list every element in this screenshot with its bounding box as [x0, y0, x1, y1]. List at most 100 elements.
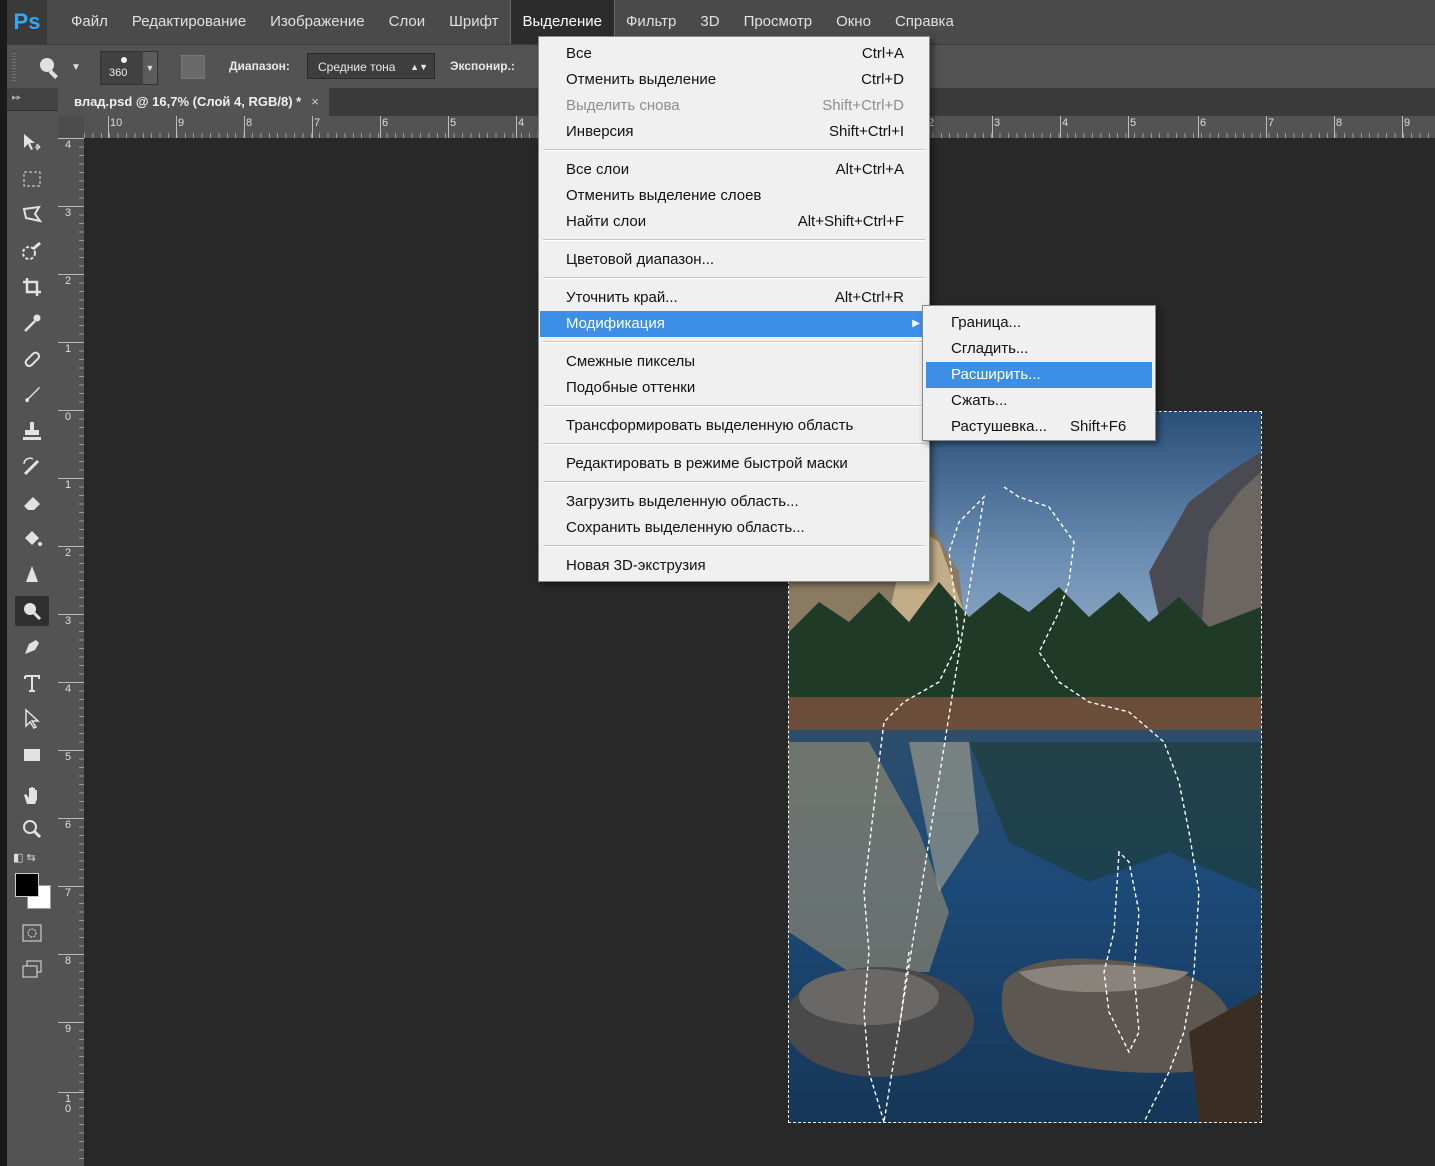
- menu-item-label: Трансформировать выделенную область: [566, 417, 854, 434]
- crop-icon[interactable]: [15, 272, 49, 302]
- menu-item-modify[interactable]: Модификация ▶: [540, 311, 928, 337]
- ruler-v-label: 6: [65, 819, 72, 831]
- menu-item-shortcut: Shift+Ctrl+D: [822, 97, 904, 114]
- menu-item-label: Все: [566, 45, 592, 62]
- ruler-major-tick: [58, 274, 84, 275]
- submenu-item-label: Граница...: [951, 314, 1022, 331]
- type-icon[interactable]: [15, 668, 49, 698]
- menu-item-shortcut: Ctrl+A: [861, 45, 904, 62]
- menu-image[interactable]: Изображение: [258, 0, 377, 44]
- menu-item-deselect[interactable]: Отменить выделение Ctrl+D: [540, 67, 928, 93]
- hand-icon[interactable]: [15, 780, 49, 810]
- menu-item-label: Уточнить край...: [566, 289, 678, 306]
- menu-item-shortcut: Ctrl+D: [861, 71, 904, 88]
- menu-item-quick-mask[interactable]: Редактировать в режиме быстрой маски: [540, 451, 928, 477]
- path-selection-icon[interactable]: [15, 704, 49, 734]
- vertical-ruler[interactable]: [58, 138, 85, 1166]
- tool-preset-caret-icon[interactable]: ▼: [71, 62, 81, 73]
- menu-item-label: Все слои: [566, 161, 630, 178]
- menu-item-label: Модификация: [566, 315, 665, 332]
- eyedropper-icon[interactable]: [15, 308, 49, 338]
- healing-brush-icon[interactable]: [15, 344, 49, 374]
- default-colors-icon[interactable]: ◧ ⇆: [13, 851, 36, 864]
- select-updown-icon: ▲▼: [410, 62, 428, 72]
- sharpen-icon[interactable]: [15, 560, 49, 590]
- range-select-value: Средние тона: [318, 60, 396, 74]
- submenu-item-label: Сгладить...: [951, 340, 1029, 357]
- paint-bucket-icon[interactable]: [15, 524, 49, 554]
- menu-item-deselect-layers[interactable]: Отменить выделение слоев: [540, 183, 928, 209]
- document-tab[interactable]: влад.psd @ 16,7% (Слой 4, RGB/8) * ×: [58, 88, 329, 116]
- ruler-major-tick: [58, 206, 84, 207]
- quick-mask-icon[interactable]: [15, 918, 49, 948]
- ruler-v-label: 3: [65, 207, 72, 219]
- zoom-icon[interactable]: [15, 814, 49, 844]
- ruler-v-label: 7: [65, 887, 72, 899]
- menu-item-all-layers[interactable]: Все слои Alt+Ctrl+A: [540, 157, 928, 183]
- history-brush-icon[interactable]: [15, 452, 49, 482]
- menu-item-similar[interactable]: Подобные оттенки: [540, 375, 928, 401]
- menu-separator: [543, 405, 925, 407]
- submenu-item-label: Сжать...: [951, 392, 1008, 409]
- clone-stamp-icon[interactable]: [15, 416, 49, 446]
- submenu-item-border[interactable]: Граница...: [926, 310, 1152, 336]
- menu-item-label: Смежные пикселы: [566, 353, 696, 370]
- submenu-item-smooth[interactable]: Сгладить...: [926, 336, 1152, 362]
- menu-item-save-selection[interactable]: Сохранить выделенную область...: [540, 515, 928, 541]
- marquee-icon[interactable]: [15, 164, 49, 194]
- quick-selection-icon[interactable]: [15, 236, 49, 266]
- ruler-v-label: 8: [65, 955, 72, 967]
- menu-item-refine-edge[interactable]: Уточнить край... Alt+Ctrl+R: [540, 285, 928, 311]
- brush-size-picker[interactable]: 360 ▼: [100, 51, 158, 85]
- menu-separator: [543, 443, 925, 445]
- ruler-origin[interactable]: [58, 116, 84, 139]
- menu-separator: [543, 149, 925, 151]
- ruler-major-tick: [1266, 116, 1267, 138]
- ruler-h-label: 9: [1404, 117, 1411, 129]
- submenu-item-expand[interactable]: Расширить...: [926, 362, 1152, 388]
- rectangle-icon[interactable]: [15, 740, 49, 770]
- brush-picker-arrow-icon[interactable]: ▼: [143, 52, 157, 84]
- submenu-arrow-icon: ▶: [912, 318, 920, 329]
- menu-file[interactable]: Файл: [59, 0, 120, 44]
- menu-item-label: Найти слои: [566, 213, 647, 230]
- menu-item-3d-extrusion[interactable]: Новая 3D-экструзия: [540, 553, 928, 579]
- ruler-major-tick: [58, 750, 84, 751]
- menu-item-inverse[interactable]: Инверсия Shift+Ctrl+I: [540, 119, 928, 145]
- foreground-color-swatch[interactable]: [15, 873, 39, 897]
- ruler-h-label: 8: [1336, 117, 1343, 129]
- menu-item-color-range[interactable]: Цветовой диапазон...: [540, 247, 928, 273]
- menu-layers[interactable]: Слои: [377, 0, 437, 44]
- brush-tip-icon: [121, 57, 127, 63]
- menu-separator: [543, 239, 925, 241]
- zoom-tool-preset-icon[interactable]: [37, 55, 61, 79]
- ruler-h-label: 7: [1268, 117, 1275, 129]
- submenu-item-feather[interactable]: Растушевка... Shift+F6: [926, 414, 1152, 440]
- menu-item-all[interactable]: Все Ctrl+A: [540, 41, 928, 67]
- menu-item-shortcut: Alt+Ctrl+A: [835, 161, 904, 178]
- ruler-v-label: 1: [65, 343, 72, 355]
- move-icon[interactable]: [15, 128, 49, 158]
- menu-item-grow[interactable]: Смежные пикселы: [540, 349, 928, 375]
- brush-icon[interactable]: [15, 380, 49, 410]
- range-select[interactable]: Средние тона ▲▼: [307, 53, 435, 79]
- menu-edit[interactable]: Редактирование: [120, 0, 258, 44]
- options-grip[interactable]: [12, 53, 16, 81]
- menu-item-find-layers[interactable]: Найти слои Alt+Shift+Ctrl+F: [540, 209, 928, 235]
- submenu-item-contract[interactable]: Сжать...: [926, 388, 1152, 414]
- sample-all-layers-icon[interactable]: [181, 55, 205, 79]
- menu-item-load-selection[interactable]: Загрузить выделенную область...: [540, 489, 928, 515]
- ruler-major-tick: [1128, 116, 1129, 138]
- tools-collapse-icon[interactable]: ▸▸: [7, 88, 58, 111]
- eraser-icon[interactable]: [15, 488, 49, 518]
- ruler-h-label: 8: [246, 117, 253, 129]
- menu-type[interactable]: Шрифт: [437, 0, 510, 44]
- pen-icon[interactable]: [15, 632, 49, 662]
- menu-item-transform-selection[interactable]: Трансформировать выделенную область: [540, 413, 928, 439]
- dodge-icon[interactable]: [15, 596, 49, 626]
- ruler-v-label: 4: [65, 139, 72, 151]
- ruler-major-tick: [448, 116, 449, 138]
- close-tab-icon[interactable]: ×: [311, 94, 319, 109]
- screen-mode-icon[interactable]: [15, 954, 49, 984]
- lasso-icon[interactable]: [15, 200, 49, 230]
